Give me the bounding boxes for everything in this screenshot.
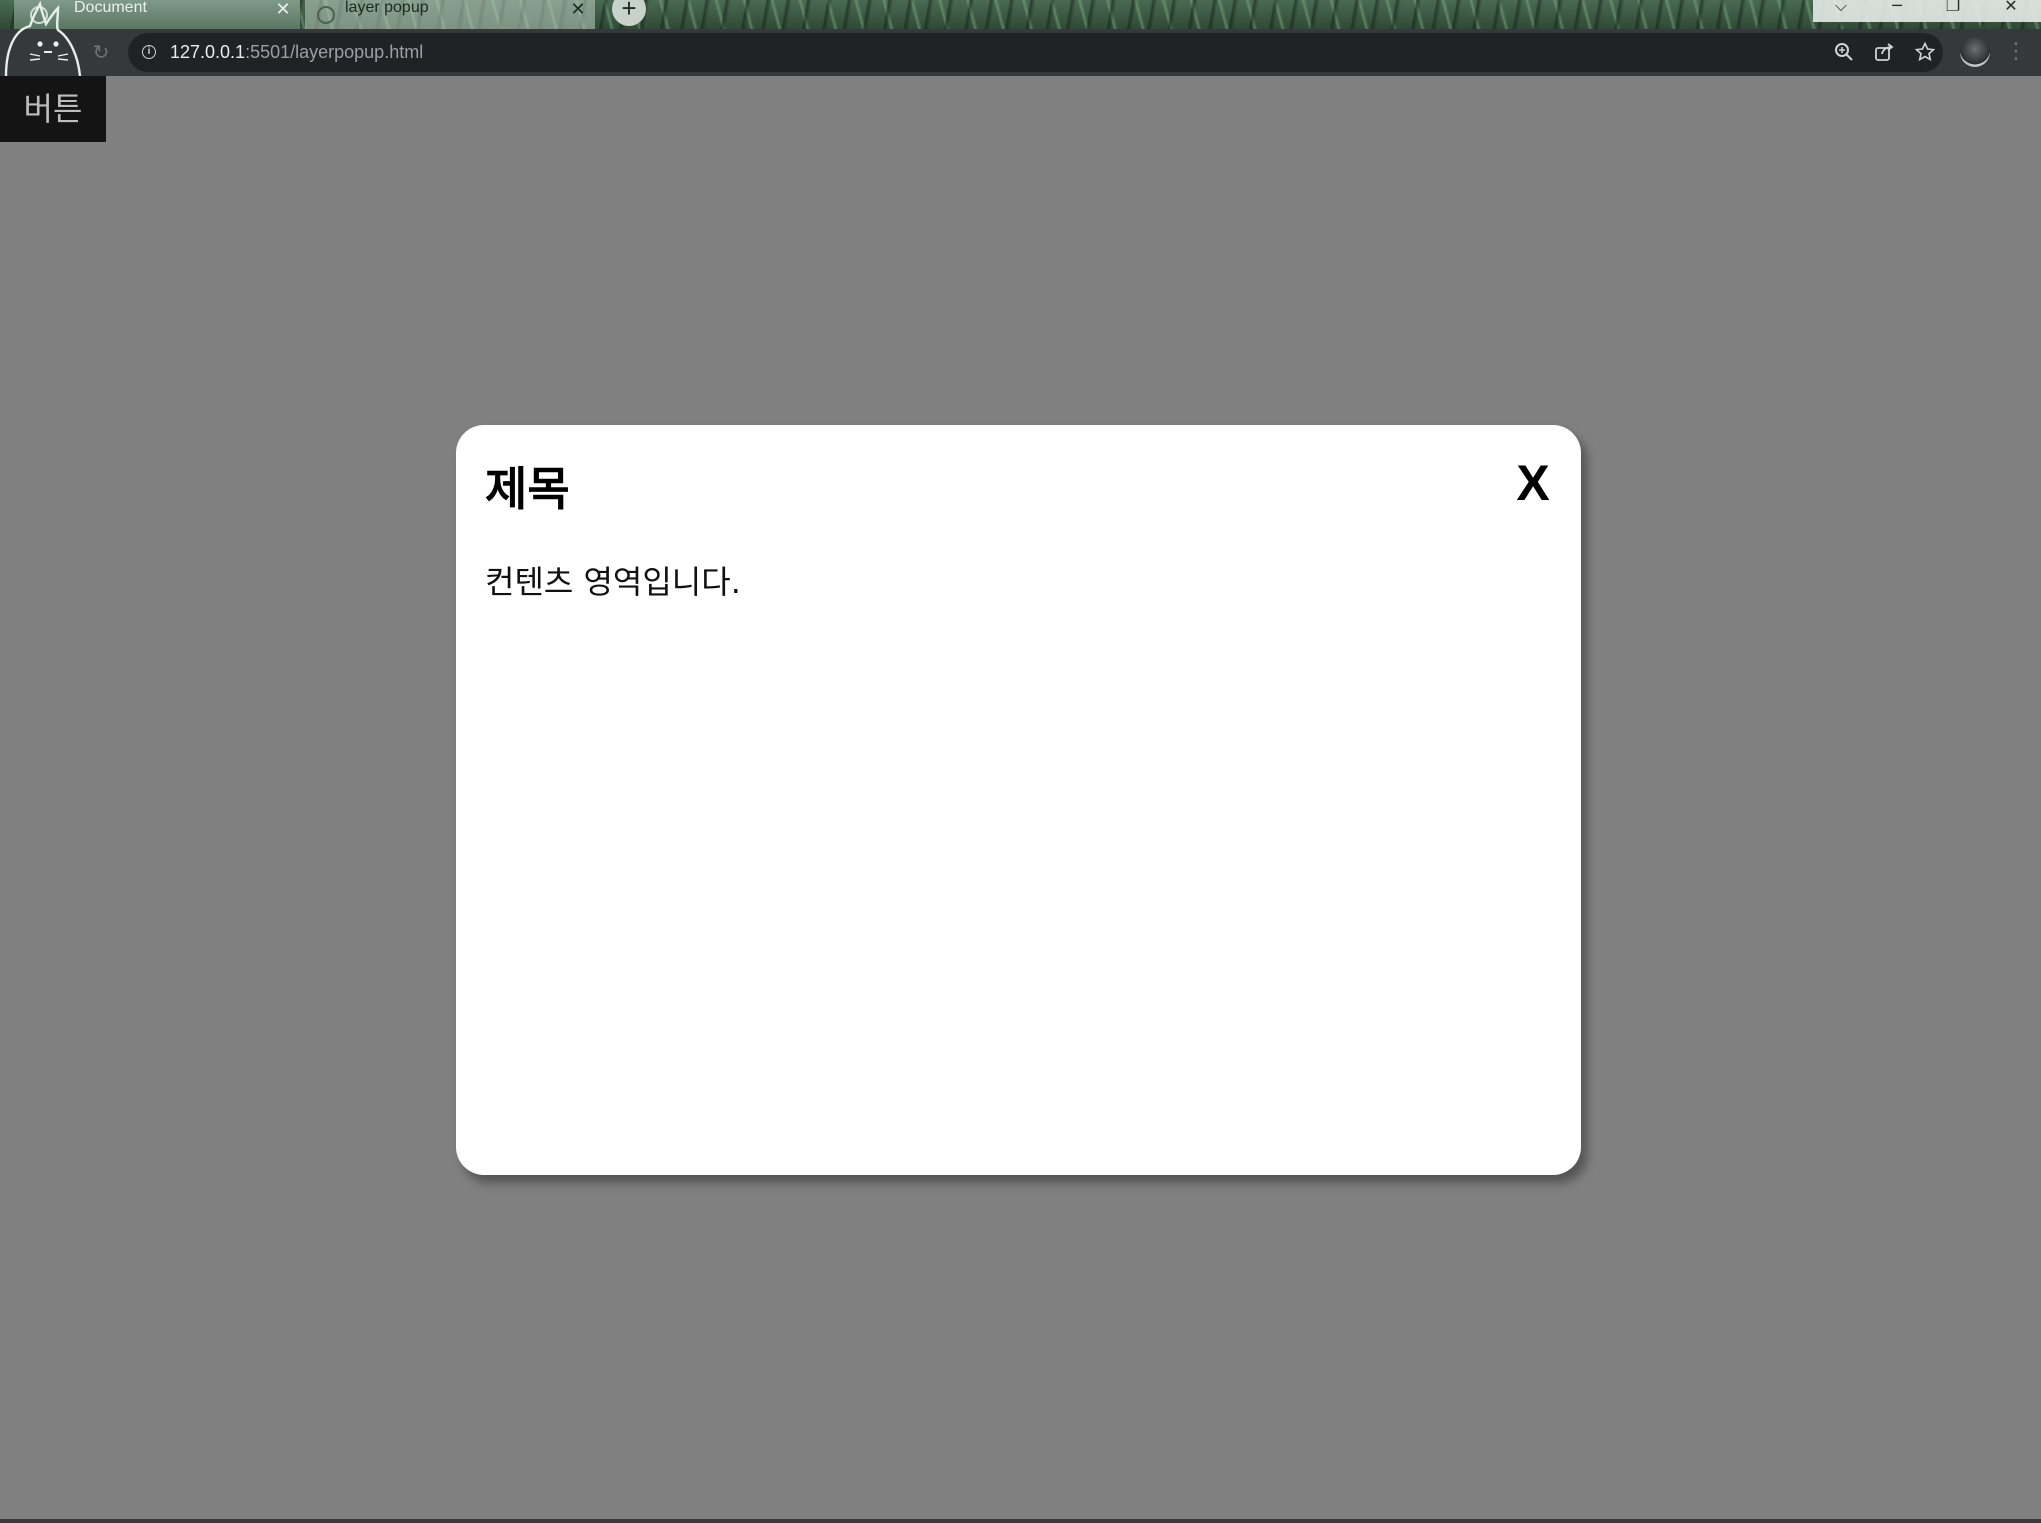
tab-close-icon[interactable]: ✕ — [565, 0, 591, 20]
tab-title: Document — [74, 0, 147, 16]
zoom-icon[interactable] — [1833, 42, 1855, 64]
browser-toolbar: ↻ i 127.0.0.1:5501/layerpopup.html ⋮ — [0, 29, 2041, 76]
tab-close-icon[interactable]: ✕ — [270, 0, 296, 20]
reload-icon[interactable]: ↻ — [88, 39, 114, 65]
new-tab-button[interactable]: + — [612, 0, 646, 26]
minimize-icon[interactable]: ─ — [1869, 0, 1925, 22]
tab-search-dropdown-icon[interactable]: ⌵ — [1813, 0, 1869, 22]
browser-tab-strip: Document ✕ layer popup ✕ + ⌵ ─ ❐ ✕ — [0, 0, 2041, 29]
popup-content: 컨텐츠 영역입니다. — [485, 563, 741, 601]
theme-logo-icon — [4, 0, 82, 76]
taskbar-edge — [0, 1519, 2041, 1523]
url-host: 127.0.0.1 — [170, 42, 246, 62]
url-path: :5501/layerpopup.html — [245, 42, 424, 62]
address-bar[interactable]: i 127.0.0.1:5501/layerpopup.html — [128, 33, 1943, 72]
popup-close-button[interactable]: X — [1513, 455, 1553, 511]
menu-icon[interactable]: ⋮ — [2005, 37, 2027, 67]
restore-icon[interactable]: ❐ — [1925, 0, 1981, 22]
url-text[interactable]: 127.0.0.1:5501/layerpopup.html — [170, 42, 423, 63]
share-icon[interactable] — [1873, 42, 1895, 64]
profile-avatar[interactable] — [1960, 37, 1990, 67]
globe-icon — [317, 5, 335, 24]
tab-title: layer popup — [345, 0, 429, 16]
open-popup-button[interactable]: 버튼 — [0, 76, 106, 142]
tab-layer-popup[interactable]: layer popup ✕ — [305, 0, 595, 29]
window-close-icon[interactable]: ✕ — [1981, 0, 2041, 22]
info-icon[interactable]: i — [142, 45, 156, 59]
layer-popup: 제목 X 컨텐츠 영역입니다. — [456, 425, 1581, 1175]
star-icon[interactable] — [1914, 41, 1936, 64]
popup-title: 제목 — [485, 462, 570, 516]
